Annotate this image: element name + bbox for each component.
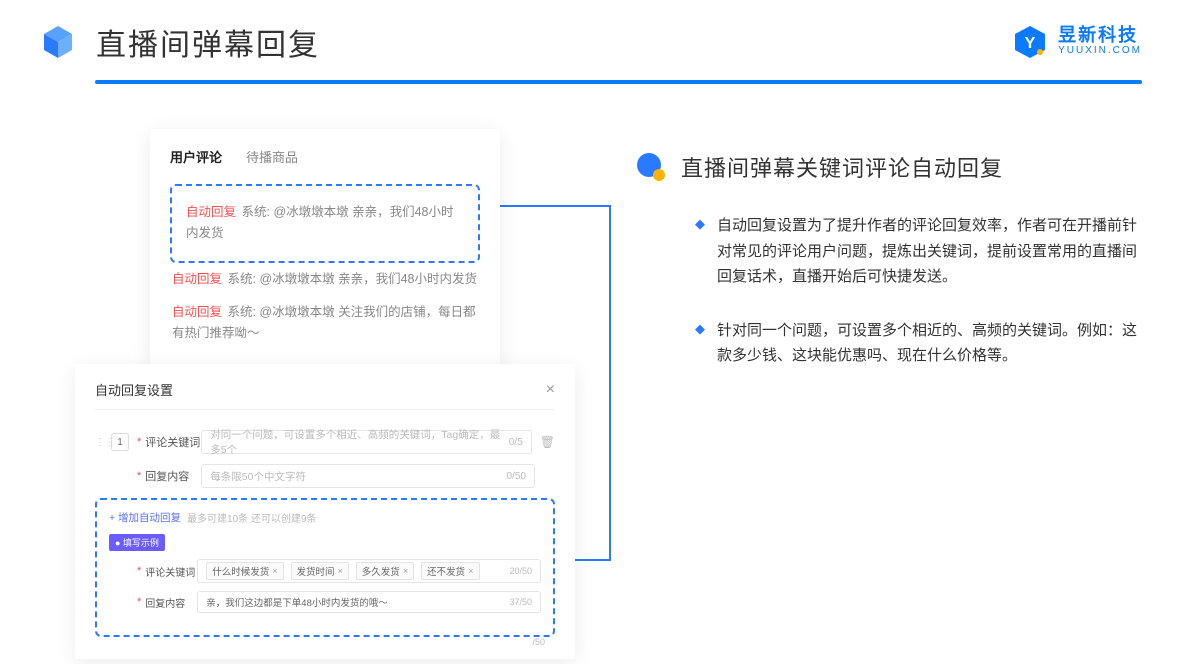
- char-counter: 20/50: [509, 566, 532, 576]
- form-row-keyword: ⋮⋮ 1 * 评论关键词 对同一个问题，可设置多个相近、高频的关键词，Tag确定…: [95, 430, 555, 454]
- comment-text: 系统: @冰墩墩本墩 亲亲，我们48小时内发货: [228, 272, 478, 286]
- char-counter: 0/5: [509, 437, 523, 448]
- example-row-content: * 回复内容 亲，我们这边都是下单48小时内发货的哦～ 37/50: [109, 591, 541, 613]
- auto-reply-tag: 自动回复: [172, 272, 222, 286]
- field-label-keyword: 评论关键词: [145, 564, 197, 579]
- section-heading: 直播间弹幕关键词评论自动回复: [635, 151, 1142, 183]
- keyword-tag[interactable]: 什么时候发货: [206, 562, 284, 580]
- keyword-tag[interactable]: 还不发货: [421, 562, 480, 580]
- field-label-content: 回复内容: [145, 595, 197, 610]
- chat-bubble-icon: [635, 151, 667, 183]
- comment-line: 自动回复 系统: @冰墩墩本墩 关注我们的店铺，每日都有热门推荐呦～: [170, 296, 480, 351]
- placeholder-text: 对同一个问题，可设置多个相近、高频的关键词，Tag确定，最多5个: [210, 427, 509, 457]
- comment-card: 用户评论 待播商品 自动回复 系统: @冰墩墩本墩 亲亲，我们48小时内发货 自…: [150, 129, 500, 370]
- content-input[interactable]: 每条限50个中文字符 0/50: [201, 464, 535, 488]
- char-counter: 37/50: [509, 597, 532, 607]
- keyword-input[interactable]: 对同一个问题，可设置多个相近、高频的关键词，Tag确定，最多5个 0/5: [201, 430, 531, 454]
- keyword-tag[interactable]: 发货时间: [291, 562, 350, 580]
- bullet-item: ◆ 自动回复设置为了提升作者的评论回复效率，作者可在开播前针对常见的评论用户问题…: [695, 213, 1142, 290]
- example-badge: ● 填写示例: [109, 534, 165, 551]
- keyword-tag[interactable]: 多久发货: [356, 562, 415, 580]
- bullet-text: 自动回复设置为了提升作者的评论回复效率，作者可在开播前针对常见的评论用户问题，提…: [717, 213, 1142, 290]
- connector-line: [500, 205, 610, 207]
- required-dot: *: [137, 596, 141, 608]
- brand-text: 昱新科技 YUUXIN.COM: [1058, 26, 1142, 58]
- add-auto-label: + 增加自动回复: [109, 510, 181, 525]
- page-title: 直播间弹幕回复: [96, 20, 320, 64]
- bullet-text: 针对同一个问题，可设置多个相近的、高频的关键词。例如：这款多少钱、这块能优惠吗、…: [717, 318, 1142, 369]
- comment-tabs: 用户评论 待播商品: [170, 147, 480, 178]
- field-label-keyword: 评论关键词: [145, 434, 201, 450]
- diamond-icon: ◆: [695, 216, 705, 290]
- field-label-content: 回复内容: [145, 468, 201, 484]
- add-auto-reply-link[interactable]: + 增加自动回复 最多可建10条 还可以创建9条: [109, 510, 541, 525]
- cube-icon: [38, 22, 78, 62]
- highlighted-comment: 自动回复 系统: @冰墩墩本墩 亲亲，我们48小时内发货: [170, 184, 480, 263]
- comment-line: 自动回复 系统: @冰墩墩本墩 亲亲，我们48小时内发货: [184, 196, 466, 251]
- brand-name-en: YUUXIN.COM: [1058, 44, 1142, 58]
- brand-logo-icon: Y: [1012, 24, 1048, 60]
- comment-line: 自动回复 系统: @冰墩墩本墩 亲亲，我们48小时内发货: [170, 263, 480, 296]
- tab-user-comments[interactable]: 用户评论: [170, 147, 222, 166]
- brand-name-cn: 昱新科技: [1058, 26, 1138, 44]
- left-column: 用户评论 待播商品 自动回复 系统: @冰墩墩本墩 亲亲，我们48小时内发货 自…: [75, 129, 575, 659]
- bullet-item: ◆ 针对同一个问题，可设置多个相近的、高频的关键词。例如：这款多少钱、这块能优惠…: [695, 318, 1142, 369]
- auto-reply-tag: 自动回复: [186, 205, 236, 219]
- example-block: + 增加自动回复 最多可建10条 还可以创建9条 ● 填写示例 * 评论关键词 …: [95, 498, 555, 637]
- char-counter: 0/50: [507, 471, 526, 482]
- connector-line: [609, 205, 611, 560]
- required-dot: *: [137, 436, 141, 448]
- drag-handle-icon[interactable]: ⋮⋮: [95, 437, 107, 448]
- tab-pending-goods[interactable]: 待播商品: [246, 147, 298, 166]
- settings-header: 自动回复设置 ×: [95, 380, 555, 410]
- char-counter: /50: [532, 637, 545, 647]
- example-keyword-input[interactable]: 什么时候发货 发货时间 多久发货 还不发货 20/50: [197, 559, 541, 583]
- row-number: 1: [111, 433, 129, 451]
- delete-icon[interactable]: 🗑: [540, 435, 555, 449]
- settings-body: ⋮⋮ 1 * 评论关键词 对同一个问题，可设置多个相近、高频的关键词，Tag确定…: [95, 410, 555, 637]
- example-row-keyword: * 评论关键词 什么时候发货 发货时间 多久发货 还不发货 20/50: [109, 559, 541, 583]
- settings-card: 自动回复设置 × ⋮⋮ 1 * 评论关键词 对同一个问题，可设置多个相近、高频的…: [75, 364, 575, 659]
- required-dot: *: [137, 565, 141, 577]
- example-content-input[interactable]: 亲，我们这边都是下单48小时内发货的哦～ 37/50: [197, 591, 541, 613]
- add-auto-hint: 最多可建10条 还可以创建9条: [187, 510, 316, 525]
- page-header: 直播间弹幕回复 Y 昱新科技 YUUXIN.COM: [0, 0, 1180, 74]
- required-dot: *: [137, 470, 141, 482]
- right-column: 直播间弹幕关键词评论自动回复 ◆ 自动回复设置为了提升作者的评论回复效率，作者可…: [635, 129, 1142, 659]
- example-content-value: 亲，我们这边都是下单48小时内发货的哦～: [206, 595, 509, 609]
- auto-reply-tag: 自动回复: [172, 305, 222, 319]
- diamond-icon: ◆: [695, 321, 705, 369]
- section-title: 直播间弹幕关键词评论自动回复: [681, 151, 1003, 183]
- main-content: 用户评论 待播商品 自动回复 系统: @冰墩墩本墩 亲亲，我们48小时内发货 自…: [0, 84, 1180, 659]
- form-row-content: * 回复内容 每条限50个中文字符 0/50: [95, 464, 555, 488]
- brand-block: Y 昱新科技 YUUXIN.COM: [1012, 24, 1142, 60]
- svg-text:Y: Y: [1025, 35, 1036, 52]
- close-icon[interactable]: ×: [546, 381, 555, 399]
- header-left: 直播间弹幕回复: [38, 20, 320, 64]
- placeholder-text: 每条限50个中文字符: [210, 469, 506, 484]
- settings-title: 自动回复设置: [95, 380, 173, 399]
